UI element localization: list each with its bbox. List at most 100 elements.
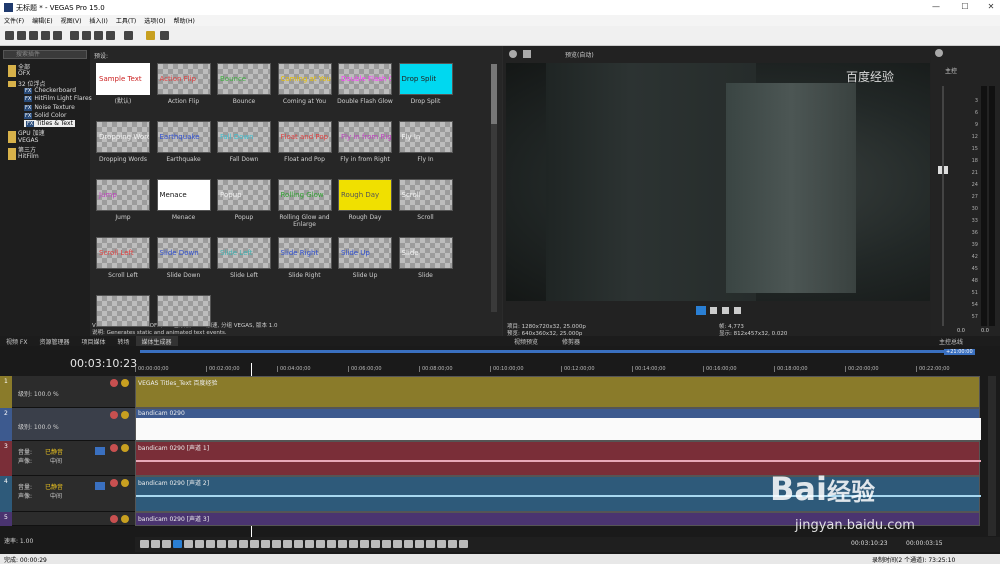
properties-icon[interactable] — [53, 31, 62, 40]
plugin-tree-item[interactable]: FX HitFilm Light Flares — [24, 95, 92, 103]
track-event[interactable]: VEGAS Titles_Text 百度经验 — [135, 376, 980, 408]
menu-insert[interactable]: 插入(I) — [85, 15, 111, 26]
preview-pause-button[interactable] — [710, 307, 717, 314]
transport-control[interactable] — [371, 540, 380, 548]
preset-item[interactable]: Earthquake Earthquake — [154, 121, 214, 163]
preview-play-button[interactable] — [696, 306, 706, 315]
track-automation-icon[interactable] — [121, 515, 129, 523]
menu-edit[interactable]: 编辑(E) — [28, 15, 56, 26]
timeline-vertical-scrollbar[interactable] — [988, 376, 996, 536]
transport-control[interactable] — [338, 540, 347, 548]
preset-item[interactable]: Jump Jump — [93, 179, 153, 221]
preset-item[interactable]: Scroll Scroll — [396, 179, 456, 221]
undo-icon[interactable] — [106, 31, 115, 40]
transport-control[interactable] — [151, 540, 160, 548]
preset-item[interactable]: Fly in from Right Fly in from Right — [335, 121, 395, 163]
preset-item[interactable]: Slide Left Slide Left — [214, 237, 274, 279]
preset-item[interactable]: Slide Up Slide Up — [335, 237, 395, 279]
transport-control[interactable] — [140, 540, 149, 548]
menu-help[interactable]: 帮助(H) — [170, 15, 199, 26]
preview-settings-icon[interactable] — [509, 50, 517, 58]
preset-item[interactable] — [93, 295, 153, 330]
plugin-tree-item[interactable]: FX Noise Texture — [24, 104, 75, 111]
preview-menu-button[interactable] — [734, 307, 741, 314]
track-header[interactable]: 1 级别: 100.0 % — [0, 376, 135, 408]
transport-control[interactable] — [382, 540, 391, 548]
transport-control[interactable] — [349, 540, 358, 548]
plugin-tree-item[interactable]: FX Checkerboard — [24, 87, 76, 94]
mixer-settings-icon[interactable] — [935, 49, 943, 57]
transport-control[interactable] — [327, 540, 336, 548]
preview-split-icon[interactable] — [523, 50, 531, 58]
redo-icon[interactable] — [124, 31, 133, 40]
preset-item[interactable]: Fly In Fly In — [396, 121, 456, 163]
track-event[interactable]: bandicam 0290 — [135, 408, 981, 441]
menu-file[interactable]: 文件(F) — [0, 15, 28, 26]
track-fx-icon[interactable] — [110, 379, 118, 387]
envelope-tool-icon[interactable] — [160, 31, 169, 40]
preset-item[interactable]: Fall Down Fall Down — [214, 121, 274, 163]
track-fx-icon[interactable] — [110, 411, 118, 419]
preset-item[interactable]: Float and Pop Float and Pop — [275, 121, 335, 163]
menu-view[interactable]: 视图(V) — [57, 15, 86, 26]
menu-tools[interactable]: 工具(T) — [112, 15, 140, 26]
preset-item[interactable]: Slide Slide — [396, 237, 456, 279]
transport-control[interactable] — [437, 540, 446, 548]
plugin-tree-item[interactable]: FX Solid Color — [24, 112, 67, 119]
transport-control[interactable] — [195, 540, 204, 548]
minimize-button[interactable]: — — [928, 2, 944, 12]
open-file-icon[interactable] — [17, 31, 26, 40]
track-automation-icon[interactable] — [121, 379, 129, 387]
transport-control[interactable] — [415, 540, 424, 548]
transport-control[interactable] — [283, 540, 292, 548]
preset-item[interactable]: Slide Right Slide Right — [275, 237, 335, 279]
preset-item[interactable] — [154, 295, 214, 330]
transport-control[interactable] — [316, 540, 325, 548]
transport-control[interactable] — [272, 540, 281, 548]
plugin-tree-item[interactable]: HitFilm — [8, 153, 39, 160]
maximize-button[interactable]: ☐ — [957, 2, 973, 12]
track-fx-icon[interactable] — [110, 515, 118, 523]
preset-item[interactable]: Rolling Glow Rolling Glow and Enlarge — [275, 179, 335, 228]
transport-control[interactable] — [393, 540, 402, 548]
plugin-tree-item[interactable]: OFX — [8, 70, 30, 77]
track-fx-icon[interactable] — [110, 479, 118, 487]
preset-item[interactable]: Coming at You Coming at You — [275, 63, 335, 105]
transport-control[interactable] — [294, 540, 303, 548]
plugin-tree-item[interactable]: FX Titles & Text — [24, 120, 75, 128]
render-icon[interactable] — [41, 31, 50, 40]
timeline-overview-bar[interactable] — [140, 350, 975, 353]
transport-control[interactable] — [239, 540, 248, 548]
plugin-search-input[interactable]: 搜索插件 — [3, 50, 87, 59]
preset-item[interactable]: Popup Popup — [214, 179, 274, 221]
track-fx-icon[interactable] — [110, 444, 118, 452]
track-header[interactable]: 4 音量: 已静音 声像: 中间 — [0, 476, 135, 512]
transport-control[interactable] — [206, 540, 215, 548]
cut-icon[interactable] — [70, 31, 79, 40]
transport-control[interactable] — [173, 540, 182, 548]
preset-item[interactable]: Dropping Words Dropping Words — [93, 121, 153, 163]
track-mute-icon[interactable] — [95, 482, 105, 490]
transport-control[interactable] — [305, 540, 314, 548]
transport-control[interactable] — [360, 540, 369, 548]
preset-item[interactable]: Drop Split Drop Split — [396, 63, 456, 105]
close-button[interactable]: ✕ — [983, 2, 999, 12]
track-header[interactable]: 5 — [0, 512, 135, 526]
preset-scroll-thumb[interactable] — [491, 64, 497, 124]
track-automation-icon[interactable] — [121, 479, 129, 487]
preset-item[interactable]: Slide Down Slide Down — [154, 237, 214, 279]
transport-control[interactable] — [217, 540, 226, 548]
preset-item[interactable]: Rough Day Rough Day — [335, 179, 395, 221]
track-header[interactable]: 2 级别: 100.0 % — [0, 408, 135, 441]
save-icon[interactable] — [29, 31, 38, 40]
plugin-tree-item[interactable]: VEGAS — [8, 137, 38, 144]
transport-control[interactable] — [426, 540, 435, 548]
transport-control[interactable] — [162, 540, 171, 548]
preview-stop-button[interactable] — [722, 307, 729, 314]
track-header[interactable]: 3 音量: 已静音 声像: 中间 — [0, 441, 135, 476]
transport-control[interactable] — [448, 540, 457, 548]
transport-control[interactable] — [228, 540, 237, 548]
transport-control[interactable] — [404, 540, 413, 548]
preset-item[interactable]: Bounce Bounce — [214, 63, 274, 105]
menu-options[interactable]: 选项(O) — [140, 15, 169, 26]
